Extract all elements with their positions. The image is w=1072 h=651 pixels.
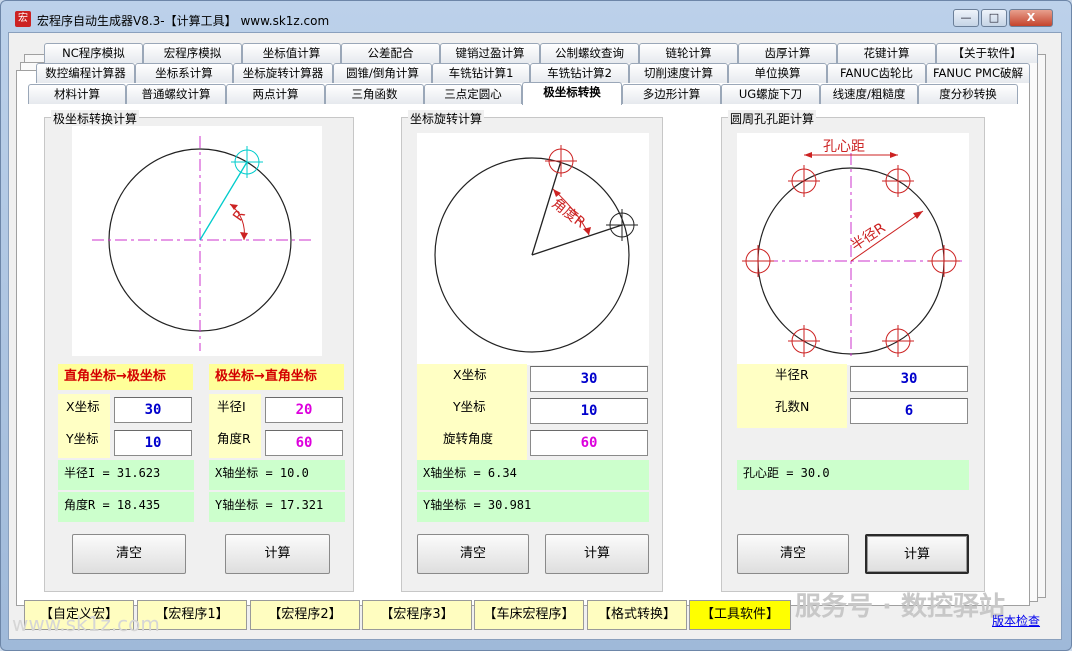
rotate-angle-label: 旋转角度 bbox=[417, 428, 527, 460]
polar-figure: R bbox=[72, 126, 322, 356]
rotate-angle-input[interactable]: 60 bbox=[530, 430, 648, 456]
tab-row2-2[interactable]: 坐标旋转计算器 bbox=[233, 63, 333, 83]
tab-row3-0[interactable]: 材料计算 bbox=[28, 84, 126, 104]
rotate-x-label: X坐标 bbox=[417, 364, 527, 396]
polar-clear-button[interactable]: 清空 bbox=[72, 534, 186, 574]
window-title: 宏程序自动生成器V8.3-【计算工具】 www.sk1z.com bbox=[37, 14, 330, 28]
minimize-button[interactable]: — bbox=[953, 9, 979, 27]
polar-result-angle: 角度R = 18.435 bbox=[58, 492, 194, 522]
polar-group-title: 极坐标转换计算 bbox=[51, 110, 140, 127]
version-check-link[interactable]: 版本检查 bbox=[992, 612, 1040, 629]
tab-row3-4[interactable]: 三点定圆心 bbox=[424, 84, 522, 104]
polar-left-header: 直角坐标→极坐标 bbox=[58, 364, 193, 390]
tab-row3-9[interactable]: 度分秒转换 bbox=[918, 84, 1018, 104]
rotate-result-y: Y轴坐标 = 30.981 bbox=[417, 492, 649, 522]
close-button[interactable]: X bbox=[1009, 9, 1053, 27]
rotate-fig-label: 角度R bbox=[549, 196, 589, 232]
polar-right-header: 极坐标→直角坐标 bbox=[209, 364, 344, 390]
maximize-button[interactable]: □ bbox=[981, 9, 1007, 27]
rotate-x-input[interactable]: 30 bbox=[530, 366, 648, 392]
tab-row2-3[interactable]: 圆锥/倒角计算 bbox=[333, 63, 432, 83]
polar-r-input[interactable]: 20 bbox=[265, 397, 343, 423]
bottom-button-4[interactable]: 【车床宏程序】 bbox=[474, 600, 584, 630]
holes-calc-button[interactable]: 计算 bbox=[865, 534, 969, 574]
holes-r-input[interactable]: 30 bbox=[850, 366, 968, 392]
tab-row1-2[interactable]: 坐标值计算 bbox=[242, 43, 341, 63]
tab-row1-7[interactable]: 齿厚计算 bbox=[738, 43, 837, 63]
polar-calc-button[interactable]: 计算 bbox=[225, 534, 330, 574]
tab-row2-0[interactable]: 数控编程计算器 bbox=[36, 63, 135, 83]
holes-figure: 孔心距 半径R bbox=[737, 133, 969, 365]
polar-result-y: Y轴坐标 = 17.321 bbox=[209, 492, 345, 522]
bottom-button-3[interactable]: 【宏程序3】 bbox=[362, 600, 472, 630]
tab-row3-7[interactable]: UG螺旋下刀 bbox=[721, 84, 820, 104]
watermark-url: www.sk1z.com bbox=[12, 612, 160, 636]
tab-row2-4[interactable]: 车铣钻计算1 bbox=[432, 63, 530, 83]
watermark: 服务号 · 数控驿站 bbox=[795, 592, 1005, 622]
polar-angle-input[interactable]: 60 bbox=[265, 430, 343, 456]
polar-angle-label: 角度R bbox=[209, 428, 261, 458]
tab-row3-5[interactable]: 极坐标转换 bbox=[522, 82, 622, 105]
tab-row3-1[interactable]: 普通螺纹计算 bbox=[126, 84, 226, 104]
rotate-group-title: 坐标旋转计算 bbox=[408, 110, 485, 127]
holes-group-title: 圆周孔孔距计算 bbox=[728, 110, 817, 127]
tab-row3-6[interactable]: 多边形计算 bbox=[622, 84, 721, 104]
bottom-button-5[interactable]: 【格式转换】 bbox=[587, 600, 687, 630]
holes-clear-button[interactable]: 清空 bbox=[737, 534, 849, 574]
polar-result-x: X轴坐标 = 10.0 bbox=[209, 460, 345, 490]
tab-row1-3[interactable]: 公差配合 bbox=[341, 43, 440, 63]
tab-row2-1[interactable]: 坐标系计算 bbox=[135, 63, 233, 83]
tab-row2-6[interactable]: 切削速度计算 bbox=[629, 63, 728, 83]
tab-row1-9[interactable]: 【关于软件】 bbox=[936, 43, 1038, 63]
holes-fig-label1: 孔心距 bbox=[823, 139, 865, 155]
tab-row1-1[interactable]: 宏程序模拟 bbox=[143, 43, 242, 63]
app-icon: 宏 bbox=[15, 11, 31, 27]
polar-fig-label: R bbox=[230, 207, 249, 224]
polar-y-input[interactable]: 10 bbox=[114, 430, 192, 456]
rotate-figure: 角度R bbox=[417, 133, 649, 365]
tab-row2-9[interactable]: FANUC PMC破解 bbox=[926, 63, 1030, 83]
polar-x-input[interactable]: 30 bbox=[114, 397, 192, 423]
tab-row2-8[interactable]: FANUC齿轮比 bbox=[827, 63, 926, 83]
polar-x-label: X坐标 bbox=[58, 394, 110, 428]
holes-result: 孔心距 = 30.0 bbox=[737, 460, 969, 490]
title-bar: 宏 宏程序自动生成器V8.3-【计算工具】 www.sk1z.com — □ X bbox=[7, 5, 1065, 31]
rotate-y-input[interactable]: 10 bbox=[530, 398, 648, 424]
polar-diagram: R bbox=[92, 136, 312, 351]
holes-n-label: 孔数N bbox=[737, 396, 847, 428]
polar-r-label: 半径I bbox=[209, 394, 261, 428]
bottom-button-2[interactable]: 【宏程序2】 bbox=[250, 600, 360, 630]
tab-row1-5[interactable]: 公制螺纹查询 bbox=[540, 43, 639, 63]
holes-n-input[interactable]: 6 bbox=[850, 398, 968, 424]
rotate-diagram: 角度R bbox=[434, 145, 638, 353]
tab-row1-4[interactable]: 键销过盈计算 bbox=[440, 43, 540, 63]
tab-row2-7[interactable]: 单位换算 bbox=[728, 63, 827, 83]
rotate-calc-button[interactable]: 计算 bbox=[545, 534, 649, 574]
polar-y-label: Y坐标 bbox=[58, 428, 110, 458]
tab-row2-5[interactable]: 车铣钻计算2 bbox=[530, 63, 629, 83]
tab-row3-3[interactable]: 三角函数 bbox=[325, 84, 424, 104]
rotate-clear-button[interactable]: 清空 bbox=[417, 534, 529, 574]
tab-row3-2[interactable]: 两点计算 bbox=[226, 84, 325, 104]
tab-row1-8[interactable]: 花键计算 bbox=[837, 43, 936, 63]
tab-row1-6[interactable]: 链轮计算 bbox=[639, 43, 738, 63]
holes-diagram: 孔心距 半径R bbox=[742, 139, 963, 359]
rotate-y-label: Y坐标 bbox=[417, 396, 527, 428]
rotate-result-x: X轴坐标 = 6.34 bbox=[417, 460, 649, 490]
bottom-button-6[interactable]: 【工具软件】 bbox=[689, 600, 791, 630]
tab-row3-8[interactable]: 线速度/粗糙度 bbox=[820, 84, 918, 104]
holes-r-label: 半径R bbox=[737, 364, 847, 396]
polar-result-radius: 半径I = 31.623 bbox=[58, 460, 194, 490]
tab-row1-0[interactable]: NC程序模拟 bbox=[44, 43, 143, 63]
